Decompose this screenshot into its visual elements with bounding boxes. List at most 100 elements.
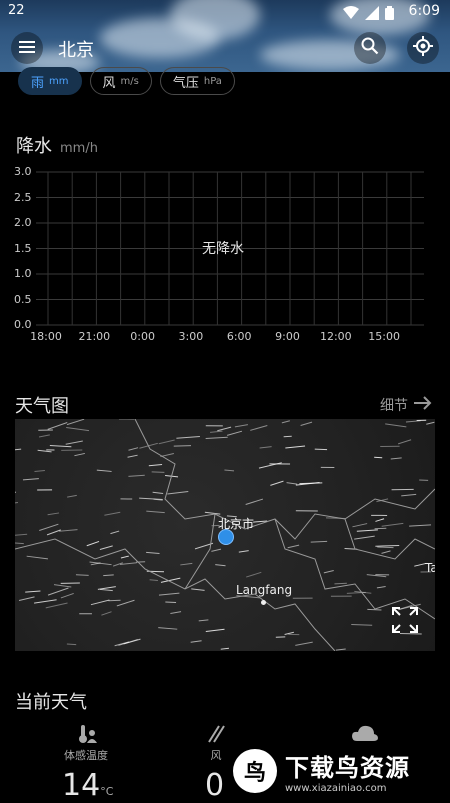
wind-streak (191, 589, 204, 591)
wind-streak (76, 575, 89, 576)
wind-streak (150, 580, 158, 581)
wind-streak (401, 494, 416, 496)
status-bar: 22 6:09 (0, 0, 450, 24)
wind-streak (324, 570, 334, 572)
wind-streak (128, 448, 138, 451)
wind-streak (409, 525, 431, 526)
chip-unit: hPa (204, 76, 222, 87)
search-button[interactable] (354, 32, 386, 64)
weather-map[interactable]: 北京市 Langfang Ta (15, 419, 435, 651)
wind-streak (61, 593, 74, 598)
wind-streak (15, 502, 18, 504)
wind-streak (295, 642, 312, 645)
wind-streak (23, 479, 39, 480)
wind-streak (382, 551, 391, 553)
wind-streak (39, 435, 50, 437)
chip-pressure[interactable]: 气压 hPa (160, 67, 235, 95)
feels-like-unit: °C (100, 785, 113, 798)
layer-chips: 雨 mm 风 m/s 气压 hPa (18, 67, 235, 95)
wind-streak (87, 541, 99, 545)
signal-icon (365, 5, 379, 24)
wind-streak (128, 455, 138, 457)
fullscreen-button[interactable] (385, 605, 425, 639)
wind-streak (165, 602, 176, 603)
wind-streak (67, 495, 77, 497)
x-tick-label: 6:00 (227, 330, 252, 343)
chip-label: 风 (103, 72, 116, 91)
wind-streak (246, 572, 261, 577)
no-precip-label: 无降水 (202, 238, 244, 258)
chip-wind[interactable]: 风 m/s (90, 67, 152, 95)
wind-streak (351, 625, 372, 626)
wind-streak (224, 470, 234, 471)
wind-streak (282, 421, 290, 423)
wind-streak (15, 534, 27, 535)
wind-streak (158, 628, 177, 630)
wind-streak (48, 423, 67, 430)
wind-streak (25, 591, 40, 592)
wind-streak (100, 546, 113, 550)
wind-streak (54, 585, 71, 587)
chip-unit: m/s (121, 76, 139, 87)
crosshair-icon (413, 36, 433, 60)
wind-streak (227, 431, 242, 435)
status-time: 6:09 (409, 3, 440, 19)
city-name: 北京 (58, 36, 94, 62)
wind-streak (270, 481, 283, 485)
watermark-text: 下载鸟资源 (285, 748, 410, 783)
weather-header: 22 6:09 北京 (0, 0, 450, 72)
wind-streak (146, 552, 159, 553)
x-tick-label: 0:00 (130, 330, 155, 343)
watermark-logo-icon: 鸟 (233, 749, 277, 793)
wind-streak (250, 425, 267, 430)
wind-streak (211, 549, 221, 551)
wind-streak (74, 453, 84, 455)
detail-label: 细节 (380, 395, 408, 415)
wind-streak (375, 519, 384, 522)
thermometer-icon (75, 734, 97, 747)
y-tick-label: 2.0 (14, 216, 34, 229)
wind-streak (66, 428, 89, 431)
wind-streak (285, 446, 305, 448)
search-icon (361, 37, 379, 59)
wind-streak (46, 603, 68, 608)
map-title: 天气图 (15, 392, 69, 418)
wind-streak (311, 541, 327, 542)
chip-rain[interactable]: 雨 mm (18, 67, 82, 95)
app-bar: 北京 (0, 30, 450, 68)
wind-streak (301, 422, 312, 425)
place-dot (261, 600, 266, 605)
wind-streak (357, 530, 378, 531)
status-indicator: 22 (8, 3, 25, 18)
wind-streak (354, 536, 375, 539)
wind-streak (299, 483, 322, 484)
x-tick-label: 3:00 (179, 330, 204, 343)
y-tick-label: 1.5 (14, 242, 34, 255)
menu-button[interactable] (11, 32, 43, 64)
locate-button[interactable] (407, 32, 439, 64)
menu-icon (19, 39, 35, 58)
wind-streak (174, 446, 191, 447)
wind-streak (39, 524, 58, 530)
wind-streak (139, 498, 163, 499)
wind-streak (367, 609, 381, 610)
wind-streak (391, 458, 402, 459)
wind-value: 0 (205, 768, 224, 803)
x-tick-label: 12:00 (320, 330, 352, 343)
wind-streak (108, 600, 120, 601)
wind-streak (128, 475, 144, 476)
wind-streak (375, 528, 387, 529)
wind-streak (352, 524, 367, 527)
wind-streak (406, 421, 421, 422)
wind-streak (15, 491, 16, 492)
wind-streak (124, 639, 141, 644)
wind-streak (48, 513, 59, 515)
y-tick-label: 1.0 (14, 267, 34, 280)
wind-streak (221, 648, 229, 649)
wind-streak (374, 457, 382, 458)
wind-streak (15, 542, 24, 544)
wind-streak (382, 523, 404, 526)
y-tick-label: 3.0 (14, 165, 34, 178)
map-detail-link[interactable]: 细节 (380, 395, 432, 415)
wind-streak (121, 556, 129, 558)
